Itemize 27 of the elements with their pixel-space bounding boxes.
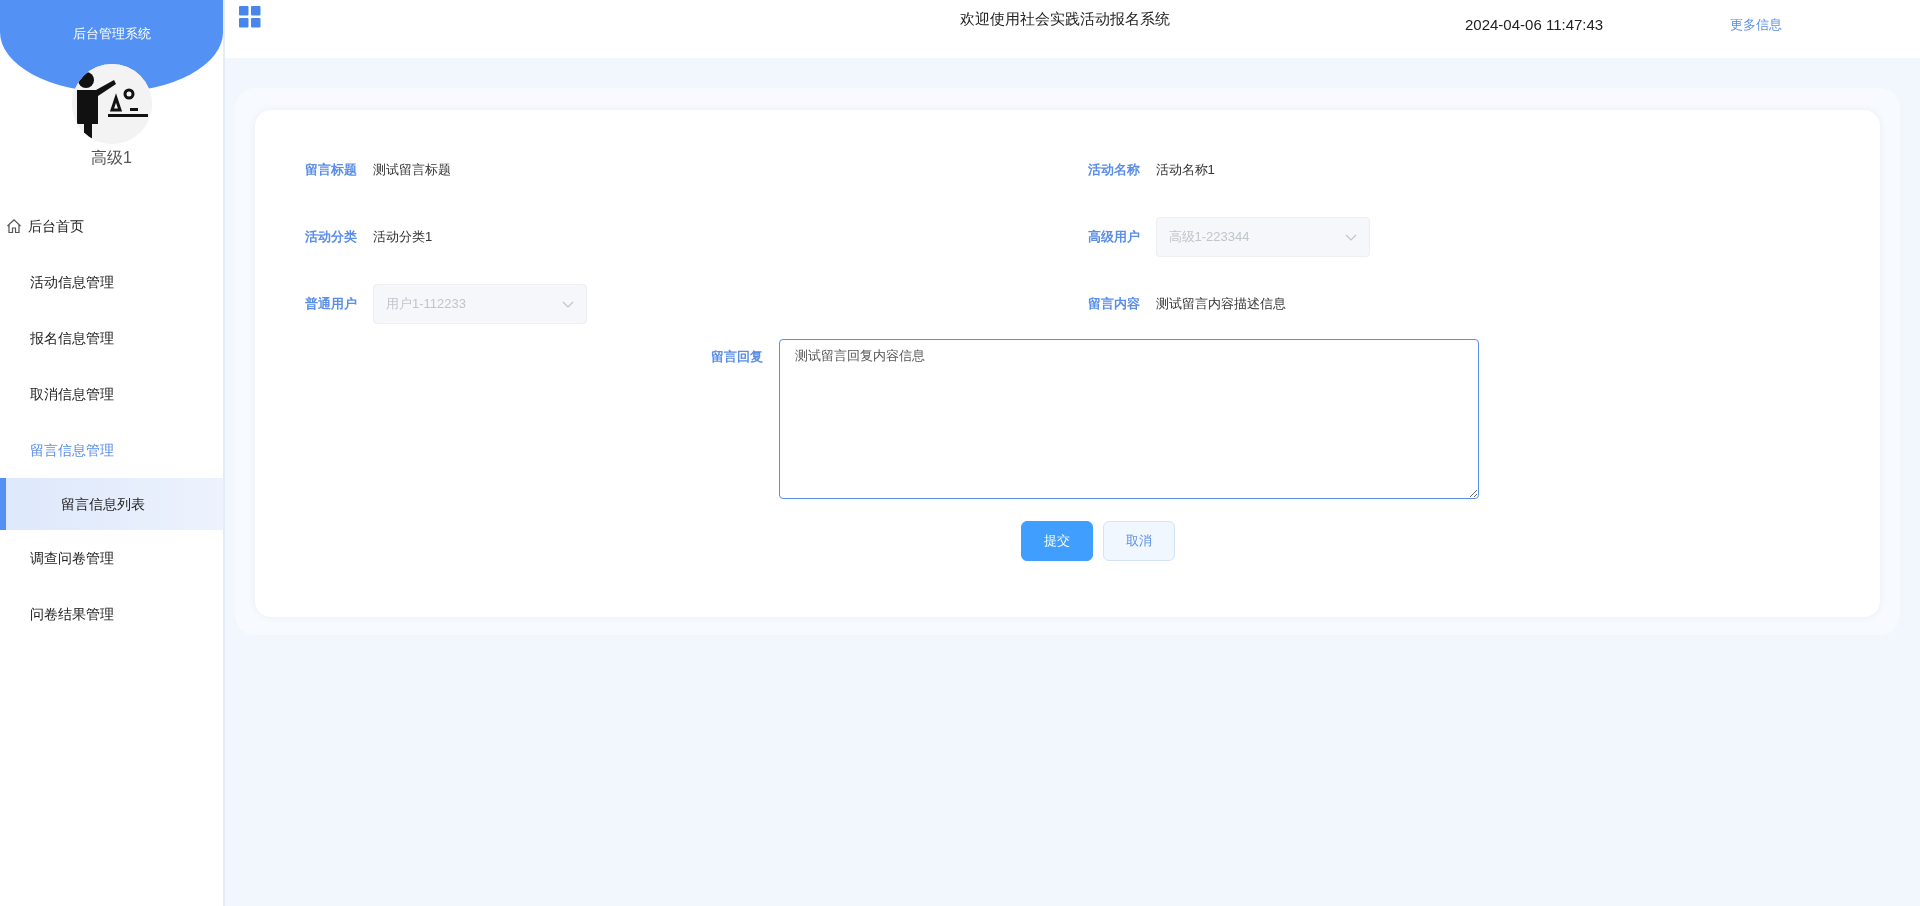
menu-item[interactable]: 取消信息管理 (0, 366, 223, 422)
menu-item[interactable]: 调查问卷管理 (0, 530, 223, 586)
submenu-item[interactable]: 留言信息列表 (0, 478, 223, 530)
datetime-text: 2024-04-06 11:47:43 (1465, 15, 1604, 35)
field-label: 留言标题 (305, 161, 358, 180)
reply-textarea[interactable]: 测试留言回复内容信息 (779, 339, 1479, 499)
welcome-text: 欢迎使用社会实践活动报名系统 (960, 9, 1170, 29)
field-label: 活动分类 (305, 228, 358, 247)
chevron-down-icon (1344, 233, 1357, 241)
field-value: 测试留言标题 (373, 161, 451, 180)
field-value: 活动名称1 (1155, 161, 1215, 180)
field-label: 普通用户 (305, 295, 358, 314)
field-value: 活动分类1 (373, 228, 433, 247)
home-icon (6, 218, 22, 234)
field-label: 高级用户 (1087, 228, 1141, 247)
field-label: 留言内容 (1087, 295, 1141, 314)
system-title: 后台管理系统 (72, 26, 151, 41)
chevron-down-icon (562, 300, 574, 308)
menu-item[interactable]: 报名信息管理 (0, 310, 223, 366)
grid-menu-icon[interactable] (239, 6, 261, 28)
menu-item[interactable]: 活动信息管理 (0, 254, 223, 310)
user-name: 高级1 (90, 148, 133, 168)
menu-item[interactable]: 后台首页 (0, 198, 223, 254)
field-label: 留言回复 (711, 348, 764, 366)
field-value: 测试留言内容描述信息 (1155, 295, 1286, 314)
field-label: 活动名称 (1087, 161, 1141, 180)
menu-item[interactable]: 问卷结果管理 (0, 586, 223, 642)
